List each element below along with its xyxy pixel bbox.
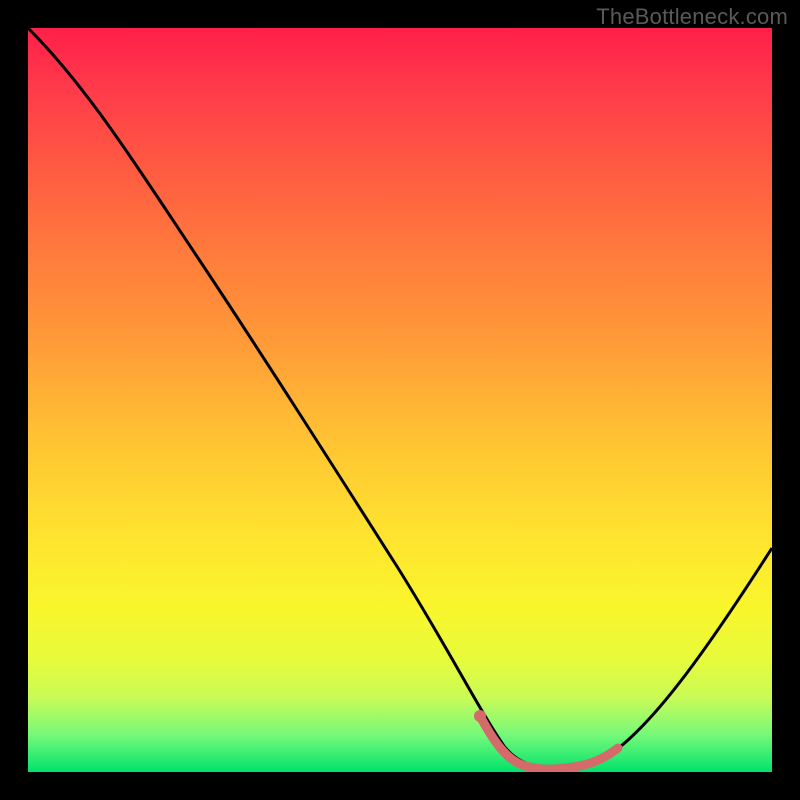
bottleneck-curve-svg — [28, 28, 772, 772]
highlight-segment — [480, 716, 618, 769]
watermark-text: TheBottleneck.com — [596, 4, 788, 30]
highlight-dot — [474, 710, 486, 722]
plot-area — [28, 28, 772, 772]
chart-stage: TheBottleneck.com — [0, 0, 800, 800]
bottleneck-curve-path — [28, 28, 772, 768]
